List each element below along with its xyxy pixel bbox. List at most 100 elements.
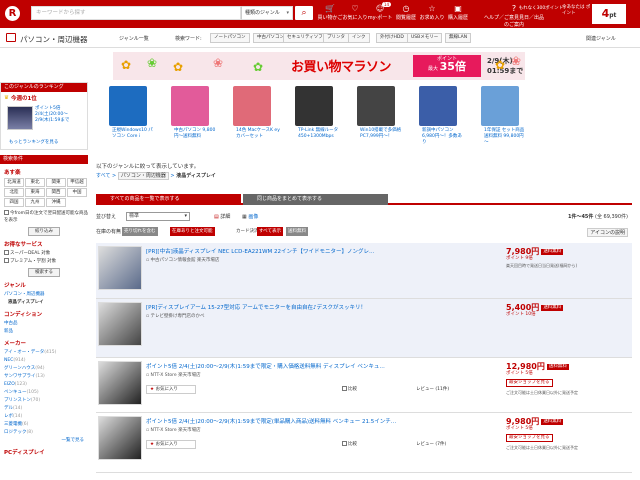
maker-name[interactable]: レボ [4,414,13,419]
ranking-more-link[interactable]: もっとランキングを見る [9,139,58,145]
maker-item[interactable]: デル(14) [4,405,88,412]
product-title[interactable]: ポイント5倍 2/4(土)20:00～2/9(木)1:59まで限定・購入価格送料… [146,362,466,370]
region-button[interactable]: 関東 [46,178,66,187]
region-button[interactable]: 東海 [25,188,45,197]
featured-image[interactable] [295,86,333,126]
compare-checkbox[interactable]: 比較 [342,386,357,392]
breadcrumb-all[interactable]: すべて [96,173,110,179]
tab-group-items[interactable]: 同じ商品をまとめて表示する [243,194,388,205]
search-button[interactable]: ⌕ [294,5,314,21]
favorite-button[interactable]: ★ お気に入り [146,440,196,449]
checkbox[interactable] [342,441,347,446]
filter-button[interactable]: すべて表示 [257,227,284,236]
region-button[interactable]: 北陸 [4,188,24,197]
keyword-link[interactable]: ノートパソコン [210,33,250,43]
compare-checkbox[interactable]: 比較 [342,441,357,447]
filter-button[interactable]: 送料無料 [286,227,308,236]
product-title[interactable]: [PR][中古]液晶ディスプレイ NEC LCD-EA221WM 22インチ【ワ… [146,247,466,255]
maker-item[interactable]: サンワサプライ(13) [4,373,88,380]
shop-name[interactable]: ▫ テレビ壁掛け専門店のかべ [146,313,205,319]
clock-link[interactable]: ◷ 閲覧履歴 [393,4,419,21]
checkbox[interactable] [4,250,9,255]
points-box[interactable]: 4pt [592,4,626,24]
region-button[interactable]: 北海道 [4,178,24,187]
ranking-item-text[interactable]: ポイント5倍 2/4(土)20:00～2/9(木)1:59まで [35,106,87,124]
view-detail-button[interactable]: ▤ 詳細 [214,213,230,220]
genre-title[interactable]: パソコン・周辺機器 [20,34,88,45]
condition-used[interactable]: 中古品 [4,320,88,327]
maker-name[interactable]: デル [4,406,13,411]
featured-item[interactable]: Win10搭載で多価格 PC7,999円～！ [348,86,404,140]
tab-all-items[interactable]: すべての商品を一覧で表示する [96,194,241,205]
checkbox[interactable] [4,258,9,263]
shop-name[interactable]: ▫ NTT-X Store 楽天市場店 [146,427,201,433]
maker-name[interactable]: アイ・オー・データ [4,350,44,355]
genre-select[interactable]: 種類のジャンル [241,6,293,20]
maker-item[interactable]: ロジテック(8) [4,429,88,436]
featured-item[interactable]: 中古パソコン 9,800円～送料無料 [162,86,218,140]
keyword-link[interactable]: プリンタ [323,33,349,43]
ranking-item-image[interactable] [7,106,33,130]
marathon-banner[interactable]: ✿ ❀ ✿ ❀ ✿ お買い物マラソン ポイント 最大 35倍 2/9(木) 01… [113,52,525,80]
maker-item[interactable]: アイ・オー・データ(415) [4,349,88,356]
featured-text[interactable]: 新調中パソコン 6,980円～！多数あり [410,128,466,146]
shop-name[interactable]: ▫ NTT-X Store 楽天市場店 [146,372,201,378]
featured-image[interactable] [171,86,209,126]
maker-name[interactable]: NEC [4,358,13,363]
keyword-link[interactable]: 外付けHDD [376,33,408,43]
service-option[interactable]: スーパーDEAL 対象 [4,250,88,257]
search-input[interactable]: キーワードから探す [31,6,241,20]
breadcrumb-pc[interactable]: パソコン・周辺機器 [117,172,169,180]
star-link[interactable]: ☆ お求め入り [419,4,445,21]
featured-item[interactable]: TP-Link 無線ルータ 450+1300Mbps [286,86,342,140]
icon-help-link[interactable]: アイコンの説明 [587,228,628,237]
service-option[interactable]: プレミアム・学割 対象 [4,258,88,265]
maker-name[interactable]: 三菱電機 [4,422,22,427]
genre-list-link[interactable]: ジャンル一覧 [119,35,149,42]
checkbox[interactable] [4,210,9,215]
featured-item[interactable]: 新調中パソコン 6,980円～！多数あり [410,86,466,146]
product-image[interactable] [98,416,142,460]
product-image[interactable] [98,361,142,405]
featured-image[interactable] [419,86,457,126]
rakuten-logo[interactable]: R [5,6,20,21]
maker-item[interactable]: 三菱電機(6) [4,421,88,428]
header-message[interactable]: もれなく300ポイント! [497,5,565,11]
product-image[interactable] [98,302,142,346]
region-button[interactable]: 甲信越 [67,178,87,187]
filter-button[interactable]: 在庫ありと注文可能 [170,227,215,236]
featured-text[interactable]: 14色 MacケースK eyカバーセット [224,128,280,140]
cheapest-shop-button[interactable]: 最安ショップを見る [506,379,553,387]
filter-button[interactable]: 売り切れを含む [122,227,158,236]
maker-name[interactable]: グリーンハウス [4,366,35,371]
review-link[interactable]: レビュー (11件) [416,386,449,392]
maker-item[interactable]: EIZO(123) [4,381,88,388]
person-link[interactable]: ☺ my-ポート 14 [367,2,393,21]
maker-item[interactable]: プリンストン(70) [4,397,88,404]
search-submit-button[interactable]: 検索する [28,268,60,277]
maker-name[interactable]: ロジテック [4,430,27,435]
product-title[interactable]: ポイント5倍 2/4(土)20:00～2/9(木)1:59まで限定(単品購入商品… [146,417,466,425]
favorite-button[interactable]: ★ お気に入り [146,385,196,394]
maker-item[interactable]: NEC(914) [4,357,88,364]
featured-text[interactable]: TP-Link 無線ルータ 450+1300Mbps [286,128,342,140]
featured-text[interactable]: 1年保証 セット商品 送料無料 99,800円～ [472,128,528,146]
sort-select[interactable]: 標準 [126,212,190,221]
maker-item[interactable]: グリーンハウス(94) [4,365,88,372]
maker-name[interactable]: プリンストン [4,398,31,403]
narrow-button[interactable]: 絞り込み [28,227,60,236]
heart-link[interactable]: ♡ お気に入り [342,4,368,21]
region-button[interactable]: 関西 [46,188,66,197]
keyword-link[interactable]: 無線LAN [445,33,472,43]
featured-image[interactable] [481,86,519,126]
featured-image[interactable] [109,86,147,126]
related-genre-link[interactable]: 関連ジャンル [586,35,616,42]
condition-new[interactable]: 新品 [4,328,88,335]
region-button[interactable]: 中国 [67,188,87,197]
view-image-button[interactable]: ▦ 画像 [242,213,258,220]
cart-link[interactable]: 🛒 買い物かご [317,4,343,21]
region-button[interactable]: 四国 [4,198,24,207]
next-day-option[interactable]: 今from日の注文で翌日配送可能な商品を表示 [4,210,88,224]
featured-text[interactable]: 正規Windows10 パソコン Core i [100,128,156,140]
maker-name[interactable]: サンワサプライ [4,374,36,379]
